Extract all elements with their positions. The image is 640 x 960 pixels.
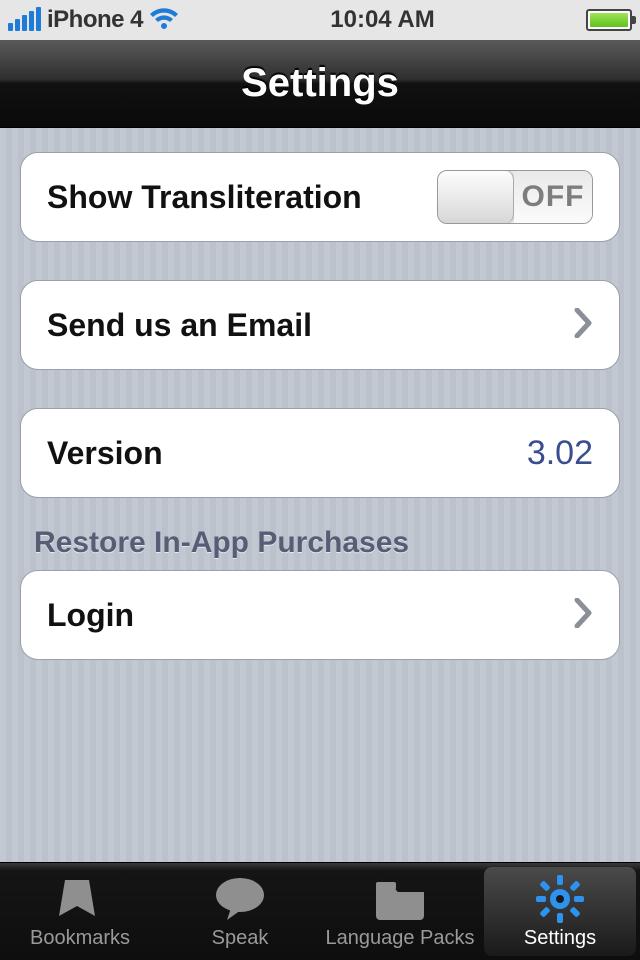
status-left: iPhone 4 (8, 6, 179, 34)
toggle-knob (438, 171, 514, 223)
tab-label: Speak (212, 927, 269, 950)
row-version: Version 3.02 (20, 408, 620, 498)
row-label: Send us an Email (47, 307, 312, 344)
chevron-right-icon (565, 593, 593, 638)
gear-icon (532, 873, 588, 925)
row-label: Login (47, 597, 134, 634)
tab-speak[interactable]: Speak (160, 863, 320, 960)
section-header-restore: Restore In-App Purchases (20, 498, 620, 570)
bookmark-icon (52, 873, 108, 925)
row-login[interactable]: Login (20, 570, 620, 660)
tab-label: Settings (524, 927, 596, 950)
row-label: Version (47, 435, 163, 472)
wifi-icon (149, 8, 179, 32)
tab-settings[interactable]: Settings (480, 863, 640, 960)
row-send-email[interactable]: Send us an Email (20, 280, 620, 370)
speech-bubble-icon (212, 873, 268, 925)
status-time: 10:04 AM (330, 6, 434, 34)
tab-language-packs[interactable]: Language Packs (320, 863, 480, 960)
settings-content: Show Transliteration OFF Send us an Emai… (0, 128, 640, 862)
battery-icon (586, 9, 632, 31)
version-value: 3.02 (527, 434, 593, 473)
status-bar: iPhone 4 10:04 AM (0, 0, 640, 40)
signal-bars-icon (8, 9, 41, 31)
transliteration-toggle[interactable]: OFF (437, 170, 593, 224)
tab-bookmarks[interactable]: Bookmarks (0, 863, 160, 960)
tab-bar: Bookmarks Speak Language Packs (0, 862, 640, 960)
navbar: Settings (0, 40, 640, 128)
carrier-label: iPhone 4 (47, 6, 143, 34)
tab-label: Bookmarks (30, 927, 130, 950)
row-label: Show Transliteration (47, 179, 362, 216)
row-show-transliteration: Show Transliteration OFF (20, 152, 620, 242)
page-title: Settings (241, 61, 399, 106)
folder-icon (372, 873, 428, 925)
tab-label: Language Packs (325, 927, 474, 950)
chevron-right-icon (565, 303, 593, 348)
toggle-state-label: OFF (514, 171, 592, 223)
